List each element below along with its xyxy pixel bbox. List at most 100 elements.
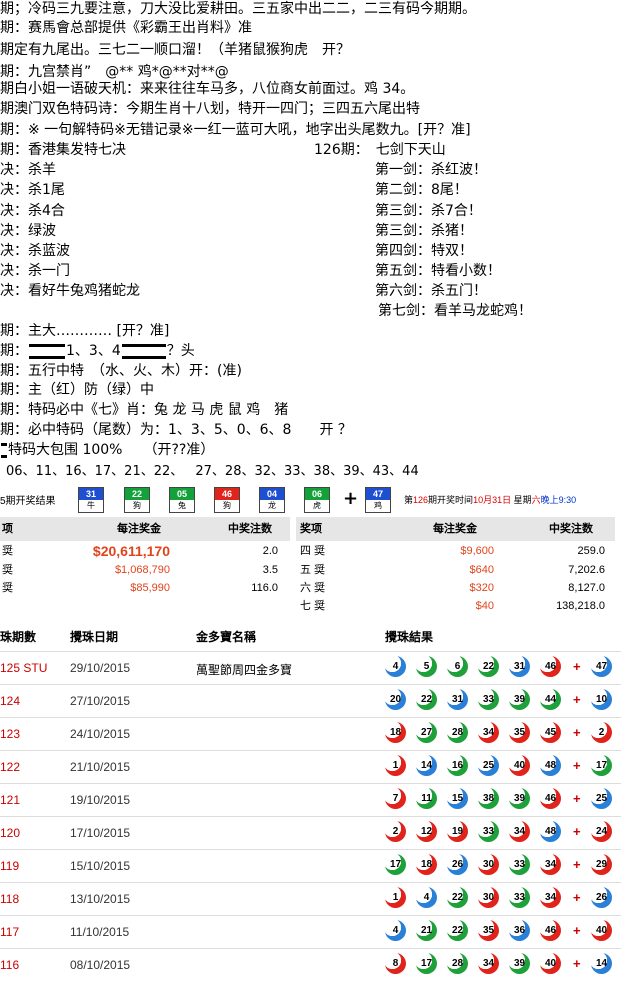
ball-number: 06 [305,488,329,500]
draw-number[interactable]: 117 [0,925,19,939]
ball-number: 19 [451,826,464,837]
result-ball: 19 [447,821,468,842]
draw-number[interactable]: 120 [0,826,20,840]
result-ball: 11 [416,788,437,809]
draw-date: 29/10/2015 [70,661,131,675]
jian-line: 第三剑：杀猪！ [375,223,473,239]
ball-number: 17 [389,859,402,870]
result-ball: 40 [540,953,561,974]
text-line: 期白小姐一语破天机：来来往往车马多，八位商女前面过。鸡 34。 [0,81,415,97]
prize-row: 奨 $85,990 116.0 [0,579,290,597]
prize-winners: 8,127.0 [568,582,605,594]
ball-number: 4 [392,925,399,936]
ball-number: 45 [544,727,557,738]
draw-number[interactable]: 124 [0,694,20,708]
jue-line: 决：杀蓝波 [0,243,70,259]
result-ball: 46 [540,656,561,677]
ball-zodiac: 狗 [125,500,149,512]
draw-ball: 31 牛 [78,487,104,513]
draw-number[interactable]: 118 [0,892,19,906]
draw-ball: 06 虎 [304,487,330,513]
prize-amount: $320 [469,582,494,594]
draw-number[interactable]: 123 [0,727,20,741]
draw-number[interactable]: 121 [0,793,20,807]
result-ball: 20 [385,689,406,710]
draw-date: 27/10/2015 [70,694,131,708]
text-line: 期：特码必中《七》肖：兔 龙 马 虎 鼠 鸡 猪 [0,402,289,418]
result-ball: 28 [447,953,468,974]
ball-number: 29 [595,859,608,870]
result-ball: 22 [447,887,468,908]
prize-name: 五 奨 [300,564,326,576]
result-ball: 12 [416,821,437,842]
plus-sign: + [573,725,581,740]
ball-zodiac: 牛 [79,500,103,512]
result-ball: 30 [478,854,499,875]
ball-number: 22 [451,925,464,936]
draw-number[interactable]: 119 [0,859,19,873]
plus-sign: + [573,857,581,872]
ball-number: 38 [482,793,495,804]
next-draw-time: 晚上9:30 [540,495,577,505]
draw-ball: 04 龙 [259,487,285,513]
prize-row: 奨 $1,068,790 3.5 [0,561,290,579]
draw-name: 萬聖節周四金多寶 [196,663,293,677]
ball-number: 25 [595,793,608,804]
result-ball: 48 [540,821,561,842]
prize-name: 七 奨 [300,600,326,612]
result-ball: 25 [478,755,499,776]
bar-decoration [1,442,7,458]
text-line: 期；冷码三九要注意，刀大没比爱耕田。三五家中出二二，二三有码今期期。 [0,1,476,17]
ball-number: 48 [544,760,557,771]
ball-number: 14 [420,760,433,771]
header-name: 金多寶名稱 [196,630,257,644]
prize-winners: 2.0 [262,545,278,557]
draw-ball: 46 狗 [214,487,240,513]
special-ball: 10 [591,689,612,710]
jue-line: 决：杀4合 [0,203,65,219]
plus-sign: + [573,824,581,839]
number-list: 06、11、16、17、21、22、 27、28、32、33、38、39、43、… [6,464,419,479]
result-ball: 34 [509,821,530,842]
jue-line: 决：杀1尾 [0,182,65,198]
prize-header: 奖项 每注奖金 中奖注数 [296,517,615,541]
table-row: 123 24/10/2015 18 27 28 34 35 45 +2 [0,717,621,751]
jian-line: 第四剑：特双！ [375,243,473,259]
prize-winners: 7,202.6 [568,564,605,576]
table-row: 118 13/10/2015 1 4 22 30 33 34 +26 [0,882,621,916]
plus-sign: + [573,890,581,905]
draw-date: 21/10/2015 [70,760,131,774]
ball-zodiac: 兔 [170,500,194,512]
result-ball: 33 [478,689,499,710]
result-ball: 39 [509,689,530,710]
draw-number[interactable]: 116 [0,958,19,972]
draw-result-bar: 5期开奖结果 31 牛 22 狗 05 兔 46 狗 04 龙 06 虎 + 47 鸡 第12… [0,484,621,514]
result-ball: 33 [478,821,499,842]
result-ball: 4 [385,656,406,677]
result-ball: 4 [416,887,437,908]
draw-number[interactable]: 125 STU [0,661,47,675]
draw-ball: 05 兔 [169,487,195,513]
ball-number: 47 [366,488,390,500]
ball-number: 26 [451,859,464,870]
ball-number: 35 [513,727,526,738]
prize-winners: 138,218.0 [556,600,605,612]
ball-number: 33 [482,694,495,705]
ball-number: 1 [392,760,399,771]
ball-number: 30 [482,892,495,903]
table-row: 121 19/10/2015 7 11 15 38 39 46 +25 [0,783,621,817]
result-ball: 31 [447,689,468,710]
text-line: 期：主（红）防（绿）中 [0,382,154,398]
result-ball: 14 [416,755,437,776]
jian-line: 第七剑：看羊马龙蛇鸡！ [378,303,532,319]
next-draw-day: 六 [531,495,541,505]
prize-row: 四 奨 $9,600 259.0 [296,542,615,560]
result-ball: 46 [540,788,561,809]
prize-winners: 116.0 [251,582,278,594]
draw-number[interactable]: 122 [0,760,20,774]
jue-line: 决：杀羊 [0,162,56,178]
prize-name: 四 奨 [300,545,326,557]
ball-number: 44 [544,694,557,705]
ball-number: 11 [421,793,432,804]
special-ball: 47 [591,656,612,677]
